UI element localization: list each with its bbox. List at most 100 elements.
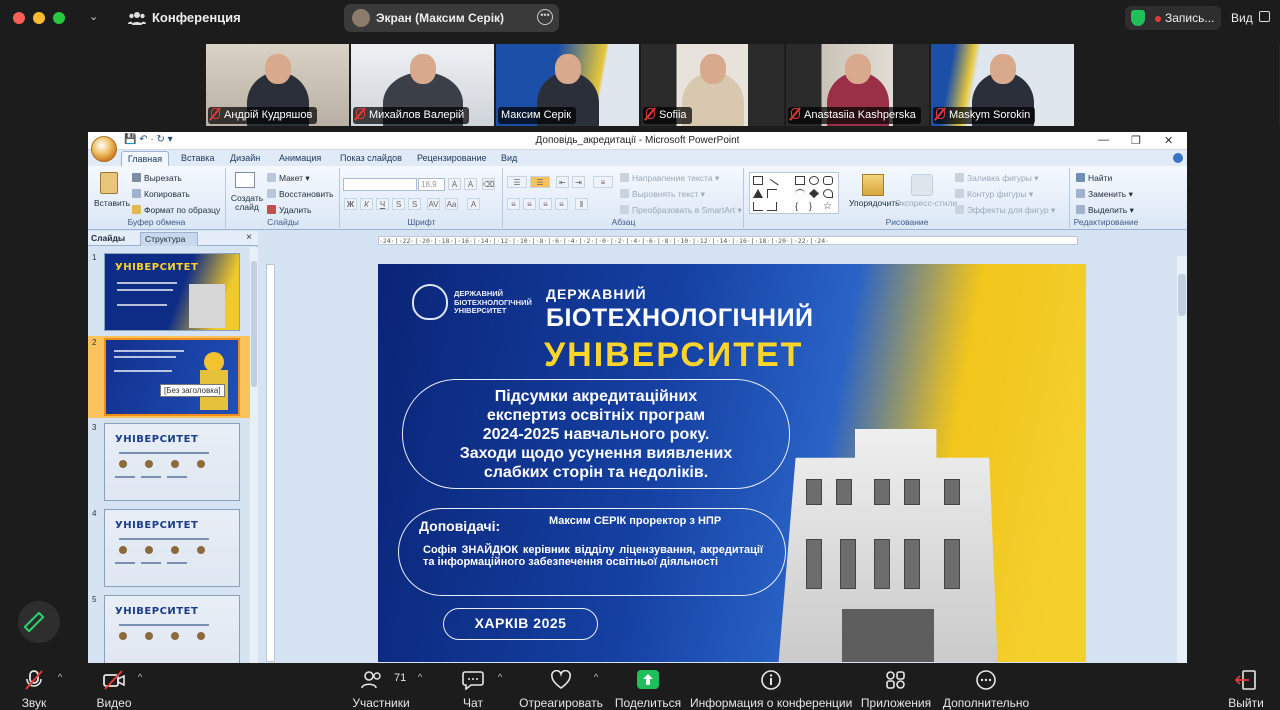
italic-button[interactable]: К bbox=[360, 198, 373, 210]
tab-slideshow[interactable]: Показ слайдов bbox=[340, 153, 402, 163]
video-button[interactable]: Видео bbox=[88, 664, 140, 710]
align-right-button[interactable]: ≡ bbox=[539, 198, 552, 210]
callout-shape-icon[interactable] bbox=[823, 189, 833, 198]
video-options-chevron-icon[interactable]: ^ bbox=[138, 672, 142, 682]
replace-button[interactable]: Заменить ▾ bbox=[1076, 189, 1133, 200]
shadow-button[interactable]: S bbox=[408, 198, 421, 210]
rounded-rect-shape-icon[interactable] bbox=[823, 176, 833, 185]
tab-slides[interactable]: Слайды bbox=[91, 233, 125, 243]
copy-button[interactable]: Копировать bbox=[132, 189, 190, 199]
numbering-button[interactable]: ☰ bbox=[530, 176, 550, 188]
leave-button[interactable]: Выйти bbox=[1222, 664, 1270, 710]
arc-shape-icon[interactable] bbox=[795, 189, 805, 198]
brace-right-shape-icon[interactable]: } bbox=[809, 202, 819, 211]
align-text-button[interactable]: Выровнять текст ▾ bbox=[620, 189, 705, 200]
shared-screen-indicator[interactable]: Экран (Максим Серік) ••• bbox=[344, 4, 559, 32]
restore-icon[interactable]: ❐ bbox=[1131, 134, 1141, 147]
font-color-button[interactable]: A bbox=[467, 198, 480, 210]
more-button[interactable]: Дополнительно bbox=[940, 664, 1032, 710]
tab-outline[interactable]: Структура bbox=[140, 232, 198, 246]
slide-thumbnail[interactable]: 5 УНІВЕРСИТЕТ bbox=[88, 593, 250, 663]
spacing-button[interactable]: AV bbox=[427, 198, 440, 210]
audio-options-chevron-icon[interactable]: ^ bbox=[58, 672, 62, 682]
text-direction-button[interactable]: Направление текста ▾ bbox=[620, 173, 719, 184]
smartart-button[interactable]: Преобразовать в SmartArt ▾ bbox=[620, 205, 742, 216]
layout-button[interactable]: Макет ▾ bbox=[267, 173, 310, 184]
bold-button[interactable]: Ж bbox=[344, 198, 357, 210]
react-options-chevron-icon[interactable]: ^ bbox=[594, 672, 598, 682]
recording-indicator[interactable]: Запись... bbox=[1125, 6, 1221, 30]
font-name-field[interactable] bbox=[343, 178, 417, 191]
slide-thumbnail[interactable]: 4 УНІВЕРСИТЕТ bbox=[88, 507, 250, 589]
brace-shape-icon[interactable]: { bbox=[795, 202, 805, 211]
tab-design[interactable]: Дизайн bbox=[230, 153, 260, 163]
slide-thumbnail[interactable]: 1 УНІВЕРСИТЕТ bbox=[88, 251, 250, 333]
shapes-gallery[interactable]: { } ☆ bbox=[749, 172, 839, 214]
slide-thumbnail-selected[interactable]: 2 bbox=[88, 336, 250, 418]
apps-button[interactable]: Приложения bbox=[858, 664, 934, 710]
close-icon[interactable]: ✕ bbox=[1164, 134, 1173, 147]
fullscreen-window-button[interactable] bbox=[53, 12, 65, 24]
tab-home[interactable]: Главная bbox=[121, 151, 169, 166]
bullets-button[interactable]: ☰ bbox=[507, 176, 527, 188]
new-slide-icon[interactable] bbox=[235, 172, 255, 188]
minimize-window-button[interactable] bbox=[33, 12, 45, 24]
shape-outline-button[interactable]: Контур фигуры ▾ bbox=[955, 189, 1033, 200]
star-shape-icon[interactable]: ☆ bbox=[823, 202, 833, 212]
delete-slide-button[interactable]: Удалить bbox=[267, 205, 311, 215]
editor-scrollbar[interactable] bbox=[1177, 256, 1187, 663]
tab-animation[interactable]: Анимация bbox=[279, 153, 321, 163]
arrange-icon[interactable] bbox=[862, 174, 884, 196]
shape-effects-button[interactable]: Эффекты для фигур ▾ bbox=[955, 205, 1055, 216]
arrange-button[interactable]: Упорядочить bbox=[849, 198, 900, 208]
paste-icon[interactable] bbox=[100, 172, 118, 194]
participant-tile[interactable]: Maskym Sorokin bbox=[931, 44, 1074, 126]
participants-options-chevron-icon[interactable]: ^ bbox=[418, 672, 422, 682]
connector-shape-icon[interactable] bbox=[767, 189, 777, 198]
reset-button[interactable]: Восстановить bbox=[267, 189, 333, 199]
chat-button[interactable]: Чат bbox=[452, 664, 494, 710]
diamond-shape-icon[interactable] bbox=[809, 189, 819, 198]
tab-review[interactable]: Рецензирование bbox=[417, 153, 487, 163]
help-icon[interactable] bbox=[1173, 153, 1183, 163]
justify-button[interactable]: ≡ bbox=[555, 198, 568, 210]
chat-options-chevron-icon[interactable]: ^ bbox=[498, 672, 502, 682]
chevron-down-icon[interactable]: ⌄ bbox=[89, 10, 98, 23]
case-button[interactable]: Aa bbox=[445, 198, 458, 210]
participant-tile[interactable]: Anastasiia Kashperska bbox=[786, 44, 929, 126]
format-painter-button[interactable]: Формат по образцу bbox=[132, 205, 220, 215]
quick-styles-icon[interactable] bbox=[911, 174, 933, 196]
tab-insert[interactable]: Вставка bbox=[181, 153, 214, 163]
strikethrough-button[interactable]: S bbox=[392, 198, 405, 210]
more-options-icon[interactable]: ••• bbox=[537, 9, 553, 25]
font-size-field[interactable]: 18,9 bbox=[418, 178, 445, 191]
cut-button[interactable]: Вырезать bbox=[132, 173, 182, 183]
slide-canvas[interactable]: ДЕРЖАВНИЙ БІОТЕХНОЛОГІЧНИЙ УНІВЕРСИТЕТ Д… bbox=[378, 264, 1086, 662]
triangle-shape-icon[interactable] bbox=[753, 189, 763, 198]
annotate-button[interactable] bbox=[18, 601, 60, 643]
scrollbar-thumb[interactable] bbox=[1178, 274, 1186, 316]
new-slide-button[interactable]: Создать слайд bbox=[230, 194, 264, 212]
close-window-button[interactable] bbox=[13, 12, 25, 24]
underline-button[interactable]: Ч bbox=[376, 198, 389, 210]
select-button[interactable]: Выделить ▾ bbox=[1076, 205, 1134, 216]
participant-tile-active-speaker[interactable]: Максим Серік bbox=[496, 44, 639, 126]
office-button[interactable] bbox=[91, 136, 117, 162]
scrollbar-thumb[interactable] bbox=[251, 261, 257, 387]
align-left-button[interactable]: ≡ bbox=[507, 198, 520, 210]
slide-thumbnail[interactable]: 3 УНІВЕРСИТЕТ bbox=[88, 421, 250, 503]
freeform-shape-icon[interactable] bbox=[767, 202, 777, 211]
minimize-icon[interactable]: — bbox=[1098, 134, 1109, 146]
paste-button[interactable]: Вставить bbox=[94, 198, 130, 208]
decrease-indent-button[interactable]: ⇤ bbox=[556, 176, 569, 188]
oval-shape-icon[interactable] bbox=[809, 176, 819, 185]
find-button[interactable]: Найти bbox=[1076, 173, 1112, 183]
shrink-font-button[interactable]: A bbox=[464, 178, 477, 190]
textbox-shape-icon[interactable] bbox=[753, 176, 763, 185]
participant-tile[interactable]: Sofiia bbox=[641, 44, 784, 126]
meeting-info-button[interactable]: Информация о конференции bbox=[690, 664, 852, 710]
react-button[interactable]: Отреагировать bbox=[516, 664, 606, 710]
close-pane-icon[interactable]: × bbox=[246, 232, 252, 243]
share-screen-button[interactable]: Поделиться bbox=[612, 664, 684, 710]
view-button[interactable]: Вид bbox=[1231, 11, 1253, 25]
